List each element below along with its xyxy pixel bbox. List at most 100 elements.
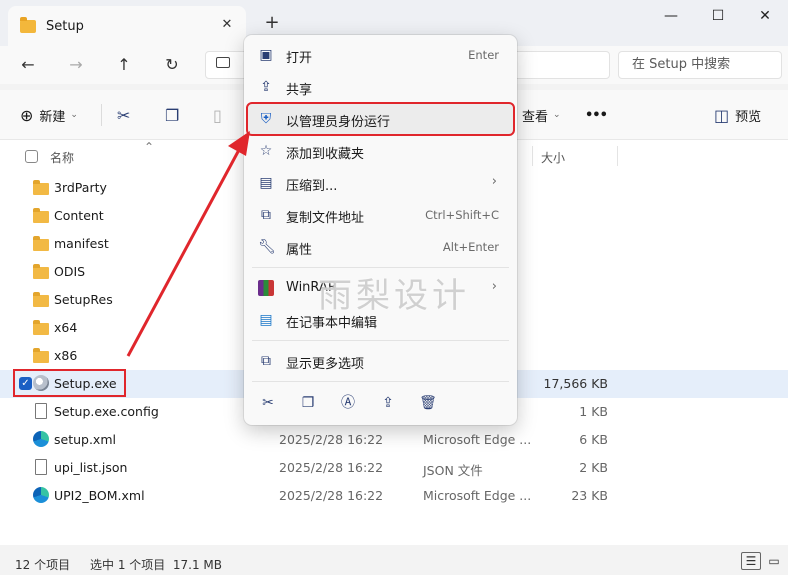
paste-button[interactable]: ▯ (213, 90, 228, 140)
tab-close-button[interactable]: ✕ (218, 16, 236, 34)
tiles-view-icon[interactable]: ▭ (764, 552, 784, 570)
context-menu: ▣ 打开 Enter ⇪ 共享 ⛨ 以管理员身份运行 ☆ 添加到收藏夹 ▤ 压缩… (244, 35, 517, 425)
menu-item-compress[interactable]: ▤ 压缩到... › (248, 168, 513, 198)
menu-item-winrar[interactable]: WinRAR › (248, 273, 513, 303)
folder-icon (33, 264, 49, 279)
tab-setup[interactable]: Setup ✕ (8, 6, 246, 46)
column-divider (617, 146, 618, 166)
menu-item-label: 复制文件地址 (286, 211, 365, 226)
up-icon[interactable]: ↑ (112, 54, 136, 76)
share-icon[interactable]: ⇪ (378, 393, 398, 413)
copy-icon: ❐ (165, 105, 180, 125)
column-divider (532, 146, 533, 166)
new-tab-button[interactable]: + (261, 12, 283, 34)
status-bar: 12 个项目 选中 1 个项目 17.1 MB ☰ ▭ (0, 545, 788, 575)
menu-shortcut: Enter (468, 48, 499, 62)
menu-item-more-options[interactable]: ⧉ 显示更多选项 (248, 346, 513, 376)
list-item[interactable]: upi_list.json 2025/2/28 16:22 JSON 文件 2 … (0, 454, 788, 482)
menu-item-add-favorites[interactable]: ☆ 添加到收藏夹 (248, 136, 513, 166)
menu-divider (252, 381, 509, 382)
menu-item-properties[interactable]: 🔧︎ 属性 Alt+Enter (248, 232, 513, 262)
open-icon: ▣ (259, 47, 273, 63)
file-name: ODIS (54, 264, 86, 279)
annotation-highlight-box (13, 369, 126, 397)
menu-shortcut: Ctrl+Shift+C (425, 208, 499, 222)
details-view-icon[interactable]: ☰ (741, 552, 761, 570)
file-size: 6 KB (579, 432, 608, 447)
file-name: x64 (54, 320, 78, 335)
cut-icon[interactable]: ✂ (258, 393, 278, 413)
menu-item-label: 压缩到... (286, 179, 338, 194)
search-input[interactable]: 在 Setup 中搜索 (618, 51, 782, 79)
menu-item-run-as-admin[interactable]: ⛨ 以管理员身份运行 (246, 102, 515, 136)
view-button[interactable]: 查看 ⌄ (522, 90, 561, 140)
close-button[interactable]: ✕ (750, 6, 780, 26)
delete-icon[interactable]: 🗑︎ (418, 393, 438, 413)
column-size[interactable]: 大小 (541, 149, 565, 166)
minimize-button[interactable]: — (656, 6, 686, 26)
new-label: 新建 (39, 109, 66, 125)
menu-item-share[interactable]: ⇪ 共享 (248, 72, 513, 102)
preview-pane-icon: ◫ (714, 105, 730, 125)
file-name: manifest (54, 236, 109, 251)
copy-button[interactable]: ❐ (165, 90, 185, 140)
scissors-icon: ✂ (117, 105, 131, 125)
file-size: 2 KB (579, 460, 608, 475)
edge-icon (33, 487, 49, 503)
file-type: Microsoft Edge ... (423, 488, 532, 503)
menu-item-label: 打开 (286, 51, 313, 66)
menu-item-copy-path[interactable]: ⧉ 复制文件地址 Ctrl+Shift+C (248, 200, 513, 230)
document-icon (35, 403, 47, 419)
tab-title: Setup (46, 18, 84, 34)
menu-item-label: 显示更多选项 (286, 357, 365, 372)
cut-button[interactable]: ✂ (117, 90, 136, 140)
file-name: SetupRes (54, 292, 113, 307)
folder-icon (33, 320, 49, 335)
new-button[interactable]: ⊕ 新建 ⌄ (20, 90, 78, 140)
file-name: setup.xml (54, 432, 116, 447)
file-type: Microsoft Edge ... (423, 432, 532, 447)
edge-icon (33, 431, 49, 447)
folder-icon (33, 348, 49, 363)
preview-button[interactable]: ◫ 预览 (714, 90, 761, 140)
select-all-checkbox[interactable] (25, 150, 38, 163)
menu-item-label: 共享 (286, 83, 313, 98)
share-icon: ⇪ (260, 79, 272, 95)
winrar-icon (258, 280, 274, 296)
chevron-down-icon: ⌄ (553, 110, 561, 120)
file-name: Content (54, 208, 104, 223)
menu-item-open[interactable]: ▣ 打开 Enter (248, 40, 513, 70)
clipboard-icon: ▯ (213, 105, 222, 125)
selection-info: 选中 1 个项目 17.1 MB (90, 558, 223, 572)
menu-item-notepad[interactable]: ▤ 在记事本中编辑 (248, 305, 513, 335)
file-date: 2025/2/28 16:22 (279, 488, 384, 503)
list-item[interactable]: UPI2_BOM.xml 2025/2/28 16:22 Microsoft E… (0, 482, 788, 510)
refresh-icon[interactable]: ↻ (160, 54, 184, 76)
external-icon: ⧉ (261, 353, 271, 369)
view-label: 查看 (522, 109, 549, 125)
file-name: upi_list.json (54, 460, 128, 475)
document-icon (35, 459, 47, 475)
menu-item-label: 在记事本中编辑 (286, 316, 378, 331)
star-icon: ☆ (259, 143, 273, 159)
forward-icon[interactable]: → (64, 54, 88, 76)
more-button[interactable]: ••• (585, 90, 608, 140)
quick-actions: ✂ ❐ Ⓐ ⇪ 🗑︎ (252, 387, 509, 417)
file-date: 2025/2/28 16:22 (279, 432, 384, 447)
notepad-icon: ▤ (259, 312, 273, 328)
maximize-button[interactable]: ☐ (703, 6, 733, 26)
sort-arrow-icon: ⌃ (144, 140, 155, 154)
list-item[interactable]: setup.xml 2025/2/28 16:22 Microsoft Edge… (0, 426, 788, 454)
copy-icon[interactable]: ❐ (298, 393, 318, 413)
back-icon[interactable]: ← (16, 54, 40, 76)
column-name[interactable]: 名称 (50, 149, 74, 166)
plus-circle-icon: ⊕ (20, 105, 34, 125)
file-size: 17,566 KB (543, 376, 608, 391)
preview-label: 预览 (735, 109, 762, 125)
item-count: 12 个项目 (15, 558, 71, 572)
folder-icon (33, 236, 49, 251)
menu-item-label: 添加到收藏夹 (286, 147, 365, 162)
rename-icon[interactable]: Ⓐ (338, 393, 358, 413)
file-name: 3rdParty (54, 180, 107, 195)
menu-shortcut: Alt+Enter (442, 240, 499, 254)
